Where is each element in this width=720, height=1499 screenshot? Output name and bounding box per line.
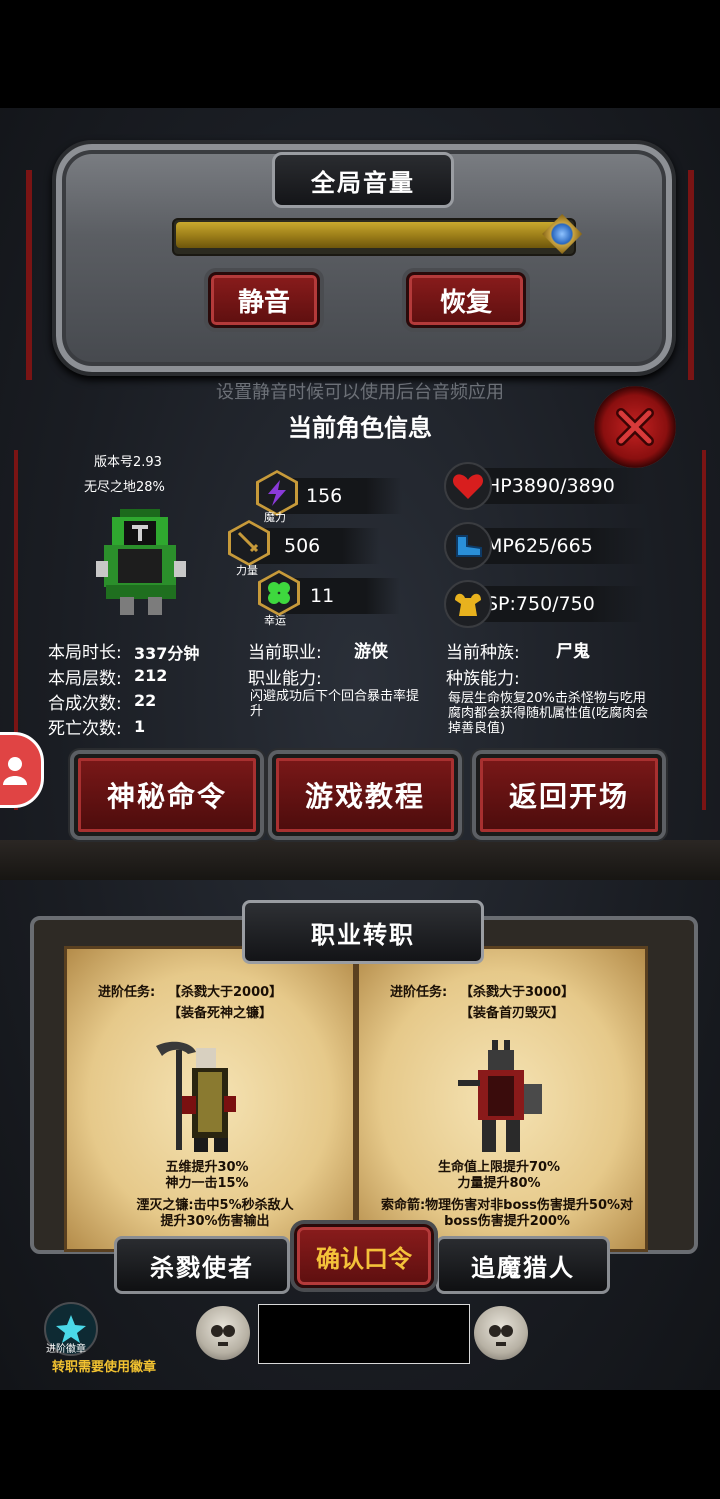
skull-right: [474, 1306, 528, 1360]
volume-slider-fill: [176, 222, 563, 248]
job-ability-label: 职业能力:: [248, 669, 322, 689]
reaper-sprite: [156, 1041, 236, 1152]
left-task-2: 【装备死神之镰】: [168, 1006, 273, 1021]
job-label: 当前职业:: [248, 643, 322, 663]
restore-button[interactable]: 恢复: [406, 272, 526, 328]
right-red-rail: [688, 170, 694, 380]
stat-label-crafts: 合成次数:: [48, 694, 122, 714]
magic-label: 魔力: [264, 511, 286, 524]
mp-value: MP625/665: [486, 535, 593, 557]
left-task-1: 【杀戮大于2000】: [168, 985, 283, 1000]
race-ability-label: 种族能力:: [446, 669, 520, 689]
luck-stat: 11: [286, 578, 400, 614]
strength-stat: 506: [254, 528, 380, 564]
close-icon: [616, 408, 654, 446]
hp-badge: [444, 462, 492, 510]
secret-command-button[interactable]: 神秘命令: [74, 754, 260, 836]
sp-badge: [444, 580, 492, 628]
sword-icon: [237, 531, 259, 553]
skull-left: [196, 1306, 250, 1360]
race-ability-desc: 每层生命恢复20%击杀怪物与吃用腐肉都会获得随机属性值(吃腐肉会掉善良值): [448, 691, 649, 736]
version-label: 版本号2.93: [94, 455, 162, 470]
left-skill: 湮灭之镰:击中5%秒杀敌人提升30%伤害输出: [136, 1198, 294, 1229]
side-profile-tab[interactable]: [0, 732, 44, 808]
confirm-command-button[interactable]: 确认口令: [294, 1224, 434, 1288]
luck-value: 11: [310, 585, 335, 607]
job-change-title: 职业转职: [242, 900, 484, 964]
right-red-rail-2: [702, 450, 706, 810]
advance-badge-label: 进阶徽章: [46, 1344, 86, 1355]
mode-label: 无尽之地28%: [84, 480, 165, 495]
job-ability-desc: 闪避成功后下个回合暴击率提升: [250, 689, 420, 719]
hunter-sprite: [458, 1040, 542, 1152]
clover-icon: [268, 582, 290, 604]
stat-label-duration: 本局时长:: [48, 643, 122, 663]
strength-label: 力量: [236, 564, 258, 577]
job-option-slayer[interactable]: 杀戮使者: [114, 1236, 290, 1294]
stat-label-floors: 本局层数:: [48, 669, 122, 689]
stat-value-duration: 337分钟: [134, 644, 200, 663]
left-bonus-1: 五维提升30%: [165, 1160, 249, 1175]
back-to-start-button[interactable]: 返回开场: [476, 754, 662, 836]
heart-icon: [452, 474, 484, 499]
left-bonus-2: 神力一击15%: [165, 1176, 249, 1191]
boot-icon: [456, 535, 482, 557]
sp-value: SP:750/750: [486, 593, 595, 615]
lightning-icon: [268, 480, 286, 506]
stat-value-floors: 212: [134, 666, 168, 685]
hp-value: HP3890/3890: [486, 475, 615, 497]
skull-icon: [211, 1325, 235, 1346]
right-task-1: 【杀戮大于3000】: [460, 985, 575, 1000]
command-input[interactable]: [258, 1304, 470, 1364]
skull-icon: [489, 1325, 513, 1346]
character-sprite: [96, 509, 186, 615]
person-icon: [3, 757, 27, 785]
right-task-2: 【装备首刃毁灭】: [460, 1006, 565, 1021]
right-bonus-2: 力量提升80%: [457, 1176, 541, 1191]
left-task-prefix: 进阶任务:: [98, 985, 156, 1000]
magic-value: 156: [306, 485, 343, 507]
divider-band: [0, 840, 720, 880]
race-value: 尸鬼: [556, 642, 590, 662]
close-button[interactable]: [594, 386, 676, 468]
race-label: 当前种族:: [446, 643, 520, 663]
volume-title: 全局音量: [272, 152, 454, 208]
mute-button[interactable]: 静音: [208, 272, 320, 328]
stat-value-crafts: 22: [134, 691, 157, 710]
crystal-star-icon: [56, 1315, 86, 1343]
right-bonus-1: 生命值上限提升70%: [437, 1160, 561, 1175]
right-task-prefix: 进阶任务:: [390, 985, 448, 1000]
luck-label: 幸运: [264, 614, 286, 627]
job-value: 游侠: [354, 642, 388, 662]
stat-label-deaths: 死亡次数:: [48, 719, 122, 739]
muscle-icon: [455, 593, 481, 616]
tutorial-button[interactable]: 游戏教程: [272, 754, 458, 836]
magic-stat: 156: [282, 478, 402, 514]
job-option-hunter[interactable]: 追魔猎人: [436, 1236, 610, 1294]
strength-value: 506: [284, 535, 321, 557]
left-red-rail: [26, 170, 32, 380]
badge-requirement-note: 转职需要使用徽章: [52, 1360, 157, 1375]
mp-badge: [444, 522, 492, 570]
stat-value-deaths: 1: [134, 717, 146, 736]
